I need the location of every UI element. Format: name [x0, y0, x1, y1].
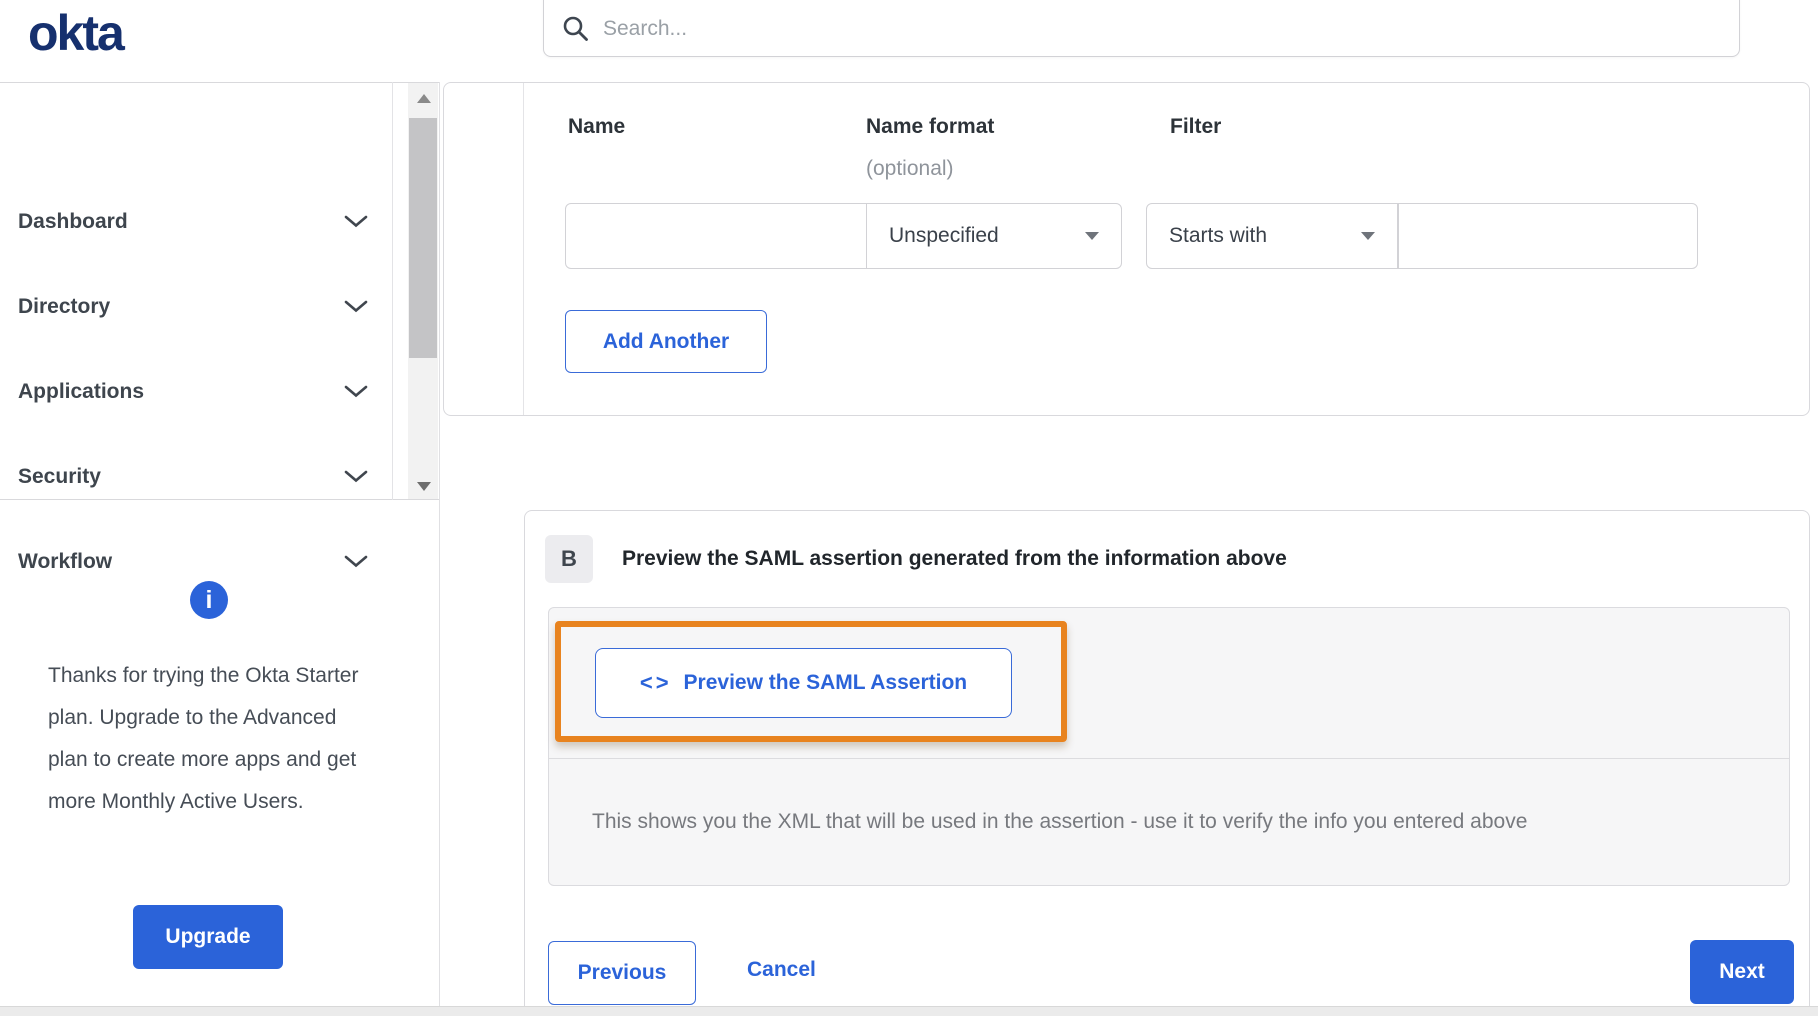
chevron-down-icon — [344, 385, 368, 398]
sidebar-nav: Dashboard Directory Applications Securit… — [0, 82, 440, 573]
sidebar-item-directory[interactable]: Directory — [0, 264, 392, 349]
previous-button[interactable]: Previous — [548, 941, 696, 1005]
okta-logo: okta — [28, 5, 125, 61]
scroll-up-arrow-icon[interactable] — [417, 94, 431, 103]
okta-admin-wizard-page: okta Dashboard Directory Applications Se… — [0, 0, 1818, 1016]
chevron-down-icon — [344, 470, 368, 483]
filter-column-label: Filter — [1170, 115, 1222, 138]
scrollbar-thumb[interactable] — [409, 118, 437, 358]
chevron-down-icon — [344, 555, 368, 568]
preview-saml-assertion-button[interactable]: <> Preview the SAML Assertion — [595, 648, 1012, 718]
search-input[interactable] — [603, 16, 1721, 41]
filter-value-input[interactable] — [1399, 204, 1697, 268]
sidebar-item-label: Workflow — [18, 549, 113, 573]
sidebar-item-label: Applications — [18, 379, 145, 403]
section-b-badge: B — [545, 535, 593, 583]
chevron-down-icon — [344, 300, 368, 313]
filter-type-dropdown[interactable]: Starts with — [1146, 203, 1398, 269]
code-brackets-icon: <> — [639, 670, 672, 695]
scroll-down-arrow-icon[interactable] — [417, 482, 431, 491]
panel-divider — [549, 758, 1789, 759]
name-format-dropdown[interactable]: Unspecified — [866, 203, 1122, 269]
name-format-optional-note: (optional) — [866, 157, 954, 180]
section-b-title: Preview the SAML assertion generated fro… — [622, 547, 1287, 570]
chevron-down-icon — [344, 215, 368, 228]
upgrade-button[interactable]: Upgrade — [133, 905, 283, 969]
dropdown-caret-icon — [1085, 232, 1099, 240]
add-another-button[interactable]: Add Another — [565, 310, 767, 373]
name-column-label: Name — [568, 115, 626, 138]
global-search[interactable] — [543, 0, 1740, 57]
preview-button-label: Preview the SAML Assertion — [683, 671, 968, 694]
sidebar-item-applications[interactable]: Applications — [0, 349, 392, 434]
name-input-field[interactable] — [565, 203, 867, 269]
assertion-note-text: This shows you the XML that will be used… — [592, 810, 1528, 833]
search-icon — [563, 16, 588, 41]
name-input[interactable] — [566, 204, 866, 268]
horizontal-scrollbar[interactable] — [0, 1006, 1818, 1016]
plan-promo-text: Thanks for trying the Okta Starter plan.… — [48, 664, 359, 813]
next-button[interactable]: Next — [1690, 940, 1794, 1004]
sidebar-item-label: Security — [18, 464, 101, 488]
filter-type-selected-value: Starts with — [1169, 224, 1268, 247]
name-format-selected-value: Unspecified — [889, 224, 999, 247]
sidebar-divider — [439, 82, 440, 1016]
filter-value-field[interactable] — [1398, 203, 1698, 269]
cancel-link[interactable]: Cancel — [747, 958, 816, 982]
nav-right-border — [392, 82, 393, 500]
sidebar-item-security[interactable]: Security — [0, 434, 392, 519]
name-format-column-label: Name format — [866, 115, 995, 138]
info-icon: i — [190, 581, 228, 619]
sidebar-item-label: Directory — [18, 294, 111, 318]
card-gutter-divider — [523, 83, 524, 415]
sidebar-item-dashboard[interactable]: Dashboard — [0, 179, 392, 264]
sidebar-item-label: Dashboard — [18, 209, 128, 233]
dropdown-caret-icon — [1361, 232, 1375, 240]
